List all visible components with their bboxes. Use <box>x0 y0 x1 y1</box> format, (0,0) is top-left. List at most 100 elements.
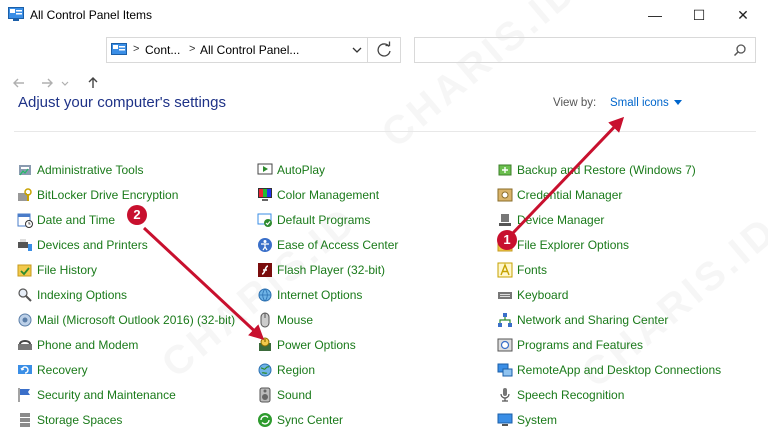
admin-tools-icon <box>19 165 31 176</box>
window-title: All Control Panel Items <box>30 8 153 22</box>
control-panel-item-phone-and-modem[interactable]: Phone and Modem <box>17 335 138 355</box>
breadcrumb-item[interactable]: All Control Panel... <box>200 43 299 57</box>
sync-center-icon <box>258 413 272 427</box>
item-label: Ease of Access Center <box>277 238 399 252</box>
view-by-dropdown[interactable]: Small icons <box>610 97 682 109</box>
control-panel-item-sync-center[interactable]: Sync Center <box>257 410 343 430</box>
control-panel-item-default-programs[interactable]: Default Programs <box>257 210 370 230</box>
item-label: Indexing Options <box>37 288 128 302</box>
control-panel-item-indexing-options[interactable]: Indexing Options <box>17 285 127 305</box>
fonts-icon <box>497 262 513 278</box>
programs-features-icon <box>497 338 513 352</box>
power-options-icon <box>259 337 271 351</box>
control-panel-item-internet-options[interactable]: Internet Options <box>257 285 362 305</box>
item-label: File History <box>37 263 98 277</box>
caret-down-icon <box>673 100 682 106</box>
internet-options-icon <box>258 288 272 302</box>
up-arrow-icon <box>88 77 98 88</box>
control-panel-item-mail-microsoft-outlook-2016-32-bit[interactable]: Mail (Microsoft Outlook 2016) (32-bit) <box>17 310 235 330</box>
breadcrumb-separator: > <box>133 43 140 55</box>
minimize-button[interactable]: — <box>632 0 678 30</box>
region-icon <box>258 363 272 377</box>
item-label: Region <box>277 363 316 377</box>
control-panel-item-bitlocker-drive-encryption[interactable]: BitLocker Drive Encryption <box>17 185 178 205</box>
control-panel-item-programs-and-features[interactable]: Programs and Features <box>497 335 643 355</box>
back-button[interactable] <box>10 76 28 94</box>
sound-icon <box>259 387 271 403</box>
control-panel-item-storage-spaces[interactable]: Storage Spaces <box>17 410 122 430</box>
security-flag-icon <box>18 388 30 402</box>
control-panel-item-region[interactable]: Region <box>257 360 315 380</box>
control-panel-item-flash-player-32-bit[interactable]: Flash Player (32-bit) <box>257 260 385 280</box>
view-by-label: View by: <box>553 97 597 109</box>
control-panel-item-speech-recognition[interactable]: Speech Recognition <box>497 385 624 405</box>
chevron-down-icon <box>352 47 362 53</box>
remoteapp-icon <box>497 363 513 377</box>
control-panel-item-devices-and-printers[interactable]: Devices and Printers <box>17 235 148 255</box>
control-panel-item-keyboard[interactable]: Keyboard <box>497 285 568 305</box>
recent-locations-button[interactable] <box>60 76 70 94</box>
keyboard-icon <box>498 292 512 299</box>
search-icon[interactable] <box>733 43 747 57</box>
control-panel-item-credential-manager[interactable]: Credential Manager <box>497 185 622 205</box>
control-panel-item-mouse[interactable]: Mouse <box>257 310 313 330</box>
item-label: Security and Maintenance <box>37 388 176 402</box>
mouse-icon <box>260 312 270 328</box>
flash-player-icon <box>258 263 272 277</box>
control-panel-item-date-and-time[interactable]: Date and Time <box>17 210 115 230</box>
device-manager-icon <box>499 214 511 226</box>
item-label: RemoteApp and Desktop Connections <box>517 363 722 377</box>
control-panel-item-ease-of-access-center[interactable]: Ease of Access Center <box>257 235 398 255</box>
address-field[interactable]: > Cont... > All Control Panel... <box>106 37 368 63</box>
search-box[interactable] <box>414 37 756 63</box>
maximize-button[interactable]: ☐ <box>676 0 722 30</box>
control-panel-item-remoteapp-and-desktop-connections[interactable]: RemoteApp and Desktop Connections <box>497 360 721 380</box>
item-label: Mail (Microsoft Outlook 2016) (32-bit) <box>37 313 236 327</box>
forward-button[interactable] <box>38 76 56 94</box>
control-panel-item-power-options[interactable]: Power Options <box>257 335 356 355</box>
close-button[interactable]: ✕ <box>720 0 766 30</box>
item-label: Mouse <box>277 313 314 327</box>
item-label: Administrative Tools <box>37 163 144 177</box>
item-label: Keyboard <box>517 288 569 302</box>
breadcrumb-item[interactable]: Cont... <box>145 43 180 57</box>
title-bar: All Control Panel Items — ☐ ✕ <box>0 0 768 30</box>
control-panel-item-recovery[interactable]: Recovery <box>17 360 88 380</box>
control-panel-item-device-manager[interactable]: Device Manager <box>497 210 604 230</box>
system-icon <box>497 413 513 426</box>
item-label: Network and Sharing Center <box>517 313 669 327</box>
ease-of-access-icon <box>258 238 272 252</box>
address-dropdown-button[interactable] <box>347 41 367 59</box>
control-panel-item-backup-and-restore-windows-7[interactable]: Backup and Restore (Windows 7) <box>497 160 696 180</box>
control-panel-item-system[interactable]: System <box>497 410 557 430</box>
up-button[interactable] <box>84 76 102 94</box>
view-by-value: Small icons <box>610 97 669 109</box>
item-label: AutoPlay <box>277 163 326 177</box>
control-panel-item-administrative-tools[interactable]: Administrative Tools <box>17 160 144 180</box>
default-programs-icon <box>257 213 272 227</box>
control-panel-item-autoplay[interactable]: AutoPlay <box>257 160 325 180</box>
item-label: Backup and Restore (Windows 7) <box>517 163 696 177</box>
control-panel-item-network-and-sharing-center[interactable]: Network and Sharing Center <box>497 310 668 330</box>
close-icon: ✕ <box>737 6 749 23</box>
control-panel-item-sound[interactable]: Sound <box>257 385 312 405</box>
control-panel-item-security-and-maintenance[interactable]: Security and Maintenance <box>17 385 176 405</box>
item-label: Sound <box>277 388 312 402</box>
control-panel-icon <box>8 7 24 21</box>
devices-printers-icon <box>18 239 32 251</box>
control-panel-item-color-management[interactable]: Color Management <box>257 185 379 205</box>
search-input[interactable] <box>419 41 723 61</box>
item-label: Recovery <box>37 363 88 377</box>
item-label: Default Programs <box>277 213 371 227</box>
maximize-icon: ☐ <box>692 6 706 23</box>
item-label: Flash Player (32-bit) <box>277 263 386 277</box>
control-panel-item-fonts[interactable]: Fonts <box>497 260 547 280</box>
control-panel-item-file-history[interactable]: File History <box>17 260 97 280</box>
backup-restore-icon <box>498 164 512 176</box>
breadcrumb-separator: > <box>189 43 196 55</box>
refresh-button[interactable] <box>368 37 401 63</box>
indexing-icon <box>18 288 32 302</box>
item-label: BitLocker Drive Encryption <box>37 188 179 202</box>
file-history-icon <box>17 264 32 277</box>
item-label: Credential Manager <box>517 188 623 202</box>
